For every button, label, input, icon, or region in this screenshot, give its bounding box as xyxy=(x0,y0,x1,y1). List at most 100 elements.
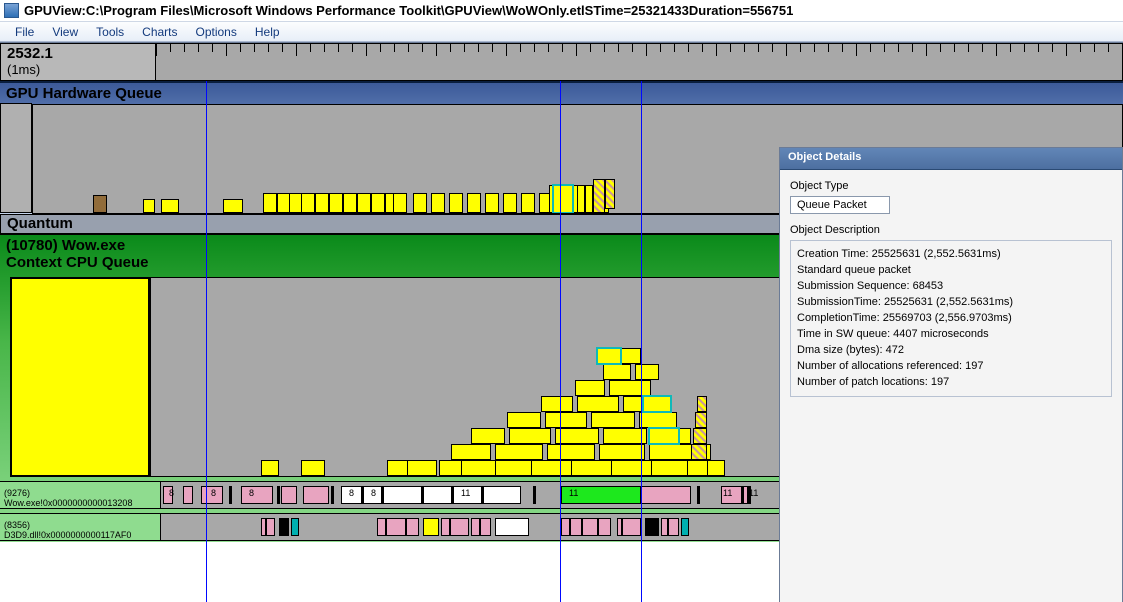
packet[interactable] xyxy=(223,199,243,213)
thread-segment[interactable] xyxy=(621,518,623,536)
thread-segment[interactable] xyxy=(385,518,387,536)
thread-segment[interactable] xyxy=(569,518,571,536)
packet[interactable] xyxy=(605,179,615,209)
thread-segment[interactable] xyxy=(291,518,299,536)
thread-segment[interactable] xyxy=(183,486,193,504)
packet[interactable] xyxy=(577,185,585,213)
thread-segment[interactable] xyxy=(265,518,267,536)
thread-segment[interactable] xyxy=(281,486,297,504)
thread-segment[interactable] xyxy=(381,486,384,504)
menu-charts[interactable]: Charts xyxy=(133,23,186,41)
thread-segment[interactable] xyxy=(241,486,273,504)
packet[interactable] xyxy=(691,444,707,460)
packet[interactable] xyxy=(301,193,315,213)
workspace[interactable]: 2532.1 (1ms) GPU Hardware Queue Quantum … xyxy=(0,42,1123,602)
object-details-panel[interactable]: Object Details Object Type Queue Packet … xyxy=(779,147,1123,602)
packet[interactable] xyxy=(343,193,357,213)
thread-segment[interactable] xyxy=(277,486,280,504)
menu-tools[interactable]: Tools xyxy=(87,23,133,41)
packet[interactable] xyxy=(93,195,107,213)
thread-segment[interactable] xyxy=(421,486,424,504)
thread-segment[interactable] xyxy=(597,518,599,536)
menu-view[interactable]: View xyxy=(43,23,87,41)
packet[interactable] xyxy=(371,193,385,213)
packet[interactable] xyxy=(697,396,707,412)
thread-segment[interactable] xyxy=(283,518,285,536)
packet[interactable] xyxy=(591,412,635,428)
packet[interactable] xyxy=(649,428,679,444)
packet[interactable] xyxy=(451,444,491,460)
packet[interactable] xyxy=(547,444,595,460)
thread-segment[interactable] xyxy=(361,486,364,504)
packet[interactable] xyxy=(503,193,517,213)
packet[interactable] xyxy=(263,193,277,213)
thread-segment[interactable] xyxy=(697,486,700,504)
thread-segment[interactable] xyxy=(681,518,689,536)
packet[interactable] xyxy=(603,364,631,380)
packet[interactable] xyxy=(609,380,651,396)
packet[interactable] xyxy=(707,460,725,476)
menu-options[interactable]: Options xyxy=(187,23,246,41)
packet[interactable] xyxy=(471,428,505,444)
thread-segment[interactable] xyxy=(261,518,275,536)
thread-segment[interactable] xyxy=(661,518,679,536)
packet[interactable] xyxy=(329,193,343,213)
packet[interactable] xyxy=(553,185,573,213)
packet[interactable] xyxy=(599,444,645,460)
packet[interactable] xyxy=(357,193,371,213)
thread-segment[interactable] xyxy=(341,486,521,504)
thread-segment[interactable] xyxy=(741,486,744,504)
packet[interactable] xyxy=(407,460,437,476)
packet[interactable] xyxy=(261,460,279,476)
packet[interactable] xyxy=(555,428,599,444)
thread-segment[interactable] xyxy=(533,486,536,504)
packet[interactable] xyxy=(643,396,671,412)
thread-segment[interactable] xyxy=(481,486,484,504)
packet[interactable] xyxy=(431,193,445,213)
packet[interactable] xyxy=(695,412,707,428)
menu-file[interactable]: File xyxy=(6,23,43,41)
thread-segment[interactable] xyxy=(471,518,491,536)
menu-help[interactable]: Help xyxy=(246,23,289,41)
packet[interactable] xyxy=(585,185,593,213)
thread-segment[interactable] xyxy=(405,518,407,536)
packet[interactable] xyxy=(315,193,329,213)
packet[interactable] xyxy=(485,193,499,213)
panel-title[interactable]: Object Details xyxy=(780,148,1122,170)
thread-segment[interactable] xyxy=(667,518,669,536)
thread-segment[interactable] xyxy=(449,518,451,536)
thread-segment[interactable] xyxy=(479,518,481,536)
packet[interactable] xyxy=(635,364,659,380)
thread-segment[interactable] xyxy=(441,518,469,536)
thread-segment[interactable] xyxy=(303,486,329,504)
packet[interactable] xyxy=(393,193,407,213)
time-ruler[interactable]: 2532.1 (1ms) xyxy=(0,43,1123,81)
packet[interactable] xyxy=(143,199,155,213)
ruler-track[interactable] xyxy=(156,43,1123,81)
packet[interactable] xyxy=(597,348,621,364)
packet[interactable] xyxy=(467,193,481,213)
packet[interactable] xyxy=(495,444,543,460)
thread-segment[interactable] xyxy=(495,518,529,536)
packet[interactable] xyxy=(603,428,647,444)
packet[interactable] xyxy=(509,428,551,444)
cpu-queue-gutter[interactable] xyxy=(10,277,150,477)
packet[interactable] xyxy=(301,460,325,476)
packet[interactable] xyxy=(413,193,427,213)
packet[interactable] xyxy=(693,428,707,444)
packet[interactable] xyxy=(577,396,619,412)
packet[interactable] xyxy=(593,179,605,213)
packet[interactable] xyxy=(449,193,463,213)
packet[interactable] xyxy=(639,412,677,428)
packet[interactable] xyxy=(545,412,587,428)
packet[interactable] xyxy=(541,396,573,412)
thread-segment[interactable] xyxy=(451,486,454,504)
packet[interactable] xyxy=(575,380,605,396)
packet[interactable] xyxy=(649,444,693,460)
thread-segment[interactable] xyxy=(229,486,232,504)
thread-segment[interactable] xyxy=(331,486,334,504)
thread-segment[interactable] xyxy=(377,518,419,536)
packet[interactable] xyxy=(507,412,541,428)
thread-segment[interactable] xyxy=(423,518,439,536)
thread-segment[interactable] xyxy=(581,518,583,536)
